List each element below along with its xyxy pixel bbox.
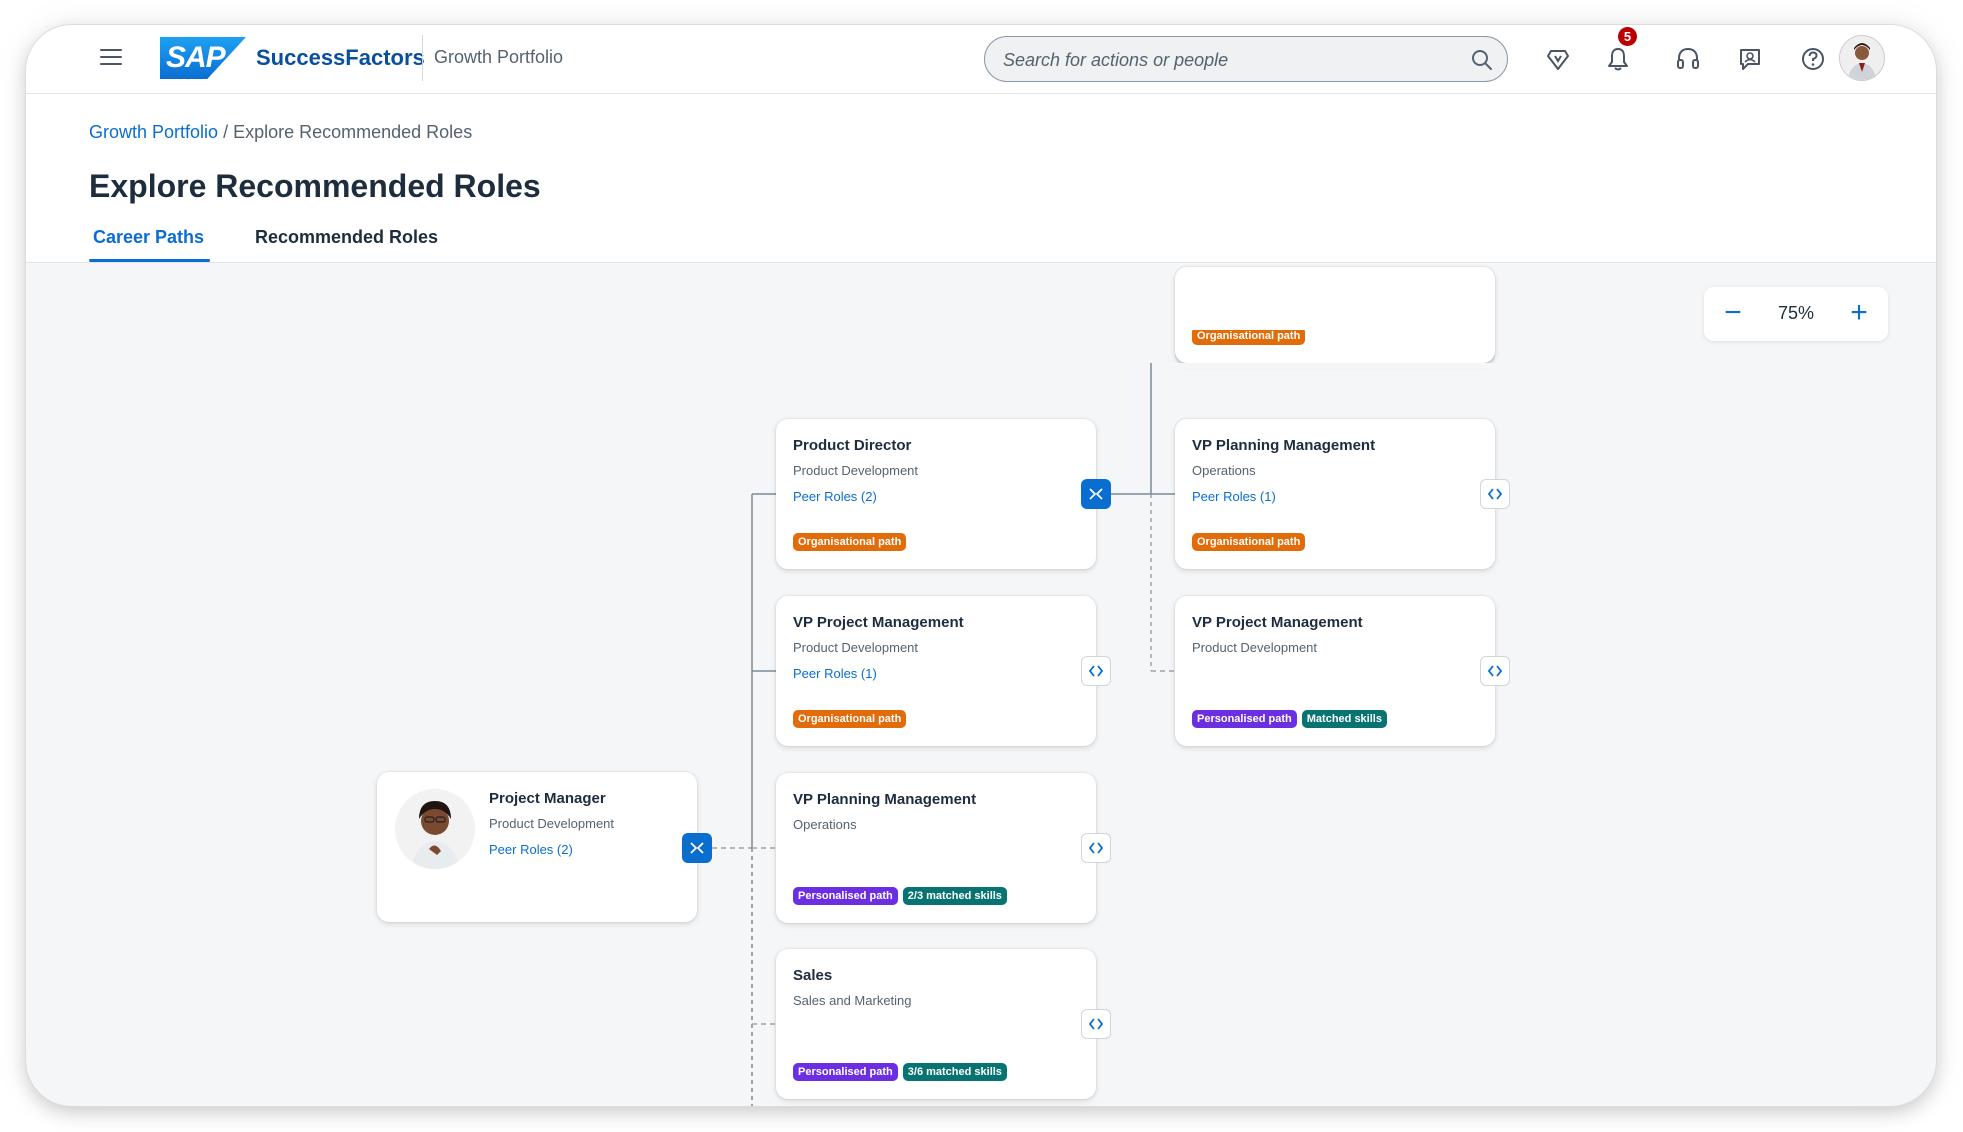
organisational-path-tag: Organisational path — [793, 533, 907, 551]
peer-roles-link[interactable]: Peer Roles (1) — [1192, 489, 1276, 504]
matched-skills-tag: Matched skills — [1301, 710, 1387, 728]
collapse-button[interactable] — [1081, 479, 1111, 509]
matched-skills-tag: 2/3 matched skills — [902, 887, 1007, 905]
role-department: Product Development — [1192, 640, 1318, 655]
role-title: Sales — [793, 967, 833, 984]
role-card-vp-planning-management[interactable]: VP Planning Management Operations Peer R… — [1175, 419, 1495, 569]
personalised-path-tag: Personalised path — [793, 887, 898, 905]
role-department: Product Development — [793, 640, 919, 655]
collapse-button[interactable] — [682, 833, 712, 863]
peer-roles-link[interactable]: Peer Roles (2) — [793, 489, 877, 504]
organisational-path-tag: Organisational path — [793, 710, 907, 728]
role-title: VP Project Management — [1192, 614, 1363, 631]
role-department: Product Development — [793, 463, 919, 478]
app-window: SAP SuccessFactors Growth Portfolio 5 — [26, 25, 1936, 1106]
role-title: Project Manager — [489, 790, 606, 807]
employee-photo — [395, 789, 475, 869]
partial-card-bottom: Organisational path — [1175, 330, 1495, 363]
canvas-clip — [1175, 363, 1495, 368]
expand-button[interactable] — [1081, 1009, 1111, 1039]
role-title: VP Project Management — [793, 614, 964, 631]
organisational-path-tag: Organisational path — [1192, 533, 1306, 551]
role-card-product-director[interactable]: Product Director Product Development Pee… — [776, 419, 1096, 569]
role-department: Operations — [1192, 463, 1256, 478]
role-title: Product Director — [793, 437, 912, 454]
current-role-card[interactable]: Project Manager Product Development Peer… — [377, 772, 697, 922]
role-department: Operations — [793, 817, 857, 832]
role-department: Product Development — [489, 816, 615, 831]
role-card-sales[interactable]: Sales Sales and Marketing Personalised p… — [776, 949, 1096, 1099]
matched-skills-tag: 3/6 matched skills — [902, 1063, 1007, 1081]
role-card-vp-project-management[interactable]: VP Project Management Product Developmen… — [776, 596, 1096, 746]
role-card-vp-project-management[interactable]: VP Project Management Product Developmen… — [1175, 596, 1495, 746]
expand-button[interactable] — [1480, 479, 1510, 509]
peer-roles-link[interactable]: Peer Roles (2) — [489, 842, 573, 857]
role-title: VP Planning Management — [1192, 437, 1376, 454]
peer-roles-link[interactable]: Peer Roles (1) — [793, 666, 877, 681]
role-title: VP Planning Management — [793, 791, 977, 808]
personalised-path-tag: Personalised path — [1192, 710, 1297, 728]
expand-button[interactable] — [1081, 833, 1111, 863]
role-department: Sales and Marketing — [793, 993, 912, 1008]
organisational-path-tag: Organisational path — [1192, 330, 1306, 345]
expand-button[interactable] — [1081, 656, 1111, 686]
expand-button[interactable] — [1480, 656, 1510, 686]
personalised-path-tag: Personalised path — [793, 1063, 898, 1081]
role-card-vp-planning-management[interactable]: VP Planning Management Operations Person… — [776, 773, 1096, 923]
